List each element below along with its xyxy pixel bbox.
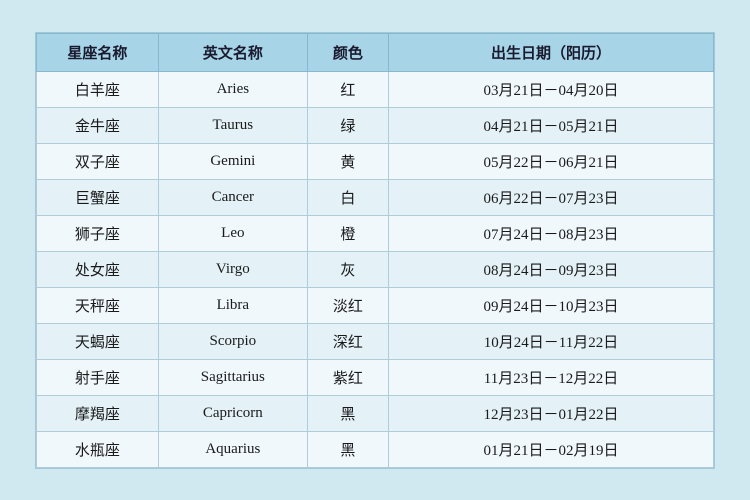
header-date: 出生日期（阳历） bbox=[389, 33, 714, 71]
cell-english: Aquarius bbox=[158, 431, 307, 467]
cell-date: 06月22日－07月23日 bbox=[389, 179, 714, 215]
cell-date: 03月21日－04月20日 bbox=[389, 71, 714, 107]
table-row: 双子座Gemini黄05月22日－06月21日 bbox=[37, 143, 714, 179]
cell-chinese: 白羊座 bbox=[37, 71, 159, 107]
cell-english: Libra bbox=[158, 287, 307, 323]
cell-chinese: 天秤座 bbox=[37, 287, 159, 323]
cell-english: Aries bbox=[158, 71, 307, 107]
table-row: 水瓶座Aquarius黑01月21日－02月19日 bbox=[37, 431, 714, 467]
cell-color: 黑 bbox=[307, 395, 388, 431]
cell-color: 紫红 bbox=[307, 359, 388, 395]
cell-chinese: 狮子座 bbox=[37, 215, 159, 251]
cell-color: 绿 bbox=[307, 107, 388, 143]
cell-date: 01月21日－02月19日 bbox=[389, 431, 714, 467]
table-row: 天蝎座Scorpio深红10月24日－11月22日 bbox=[37, 323, 714, 359]
table-row: 巨蟹座Cancer白06月22日－07月23日 bbox=[37, 179, 714, 215]
cell-date: 09月24日－10月23日 bbox=[389, 287, 714, 323]
cell-chinese: 巨蟹座 bbox=[37, 179, 159, 215]
cell-chinese: 射手座 bbox=[37, 359, 159, 395]
cell-english: Virgo bbox=[158, 251, 307, 287]
cell-color: 橙 bbox=[307, 215, 388, 251]
table-row: 天秤座Libra淡红09月24日－10月23日 bbox=[37, 287, 714, 323]
table-header-row: 星座名称 英文名称 颜色 出生日期（阳历） bbox=[37, 33, 714, 71]
zodiac-table: 星座名称 英文名称 颜色 出生日期（阳历） 白羊座Aries红03月21日－04… bbox=[36, 33, 714, 468]
cell-date: 10月24日－11月22日 bbox=[389, 323, 714, 359]
table-body: 白羊座Aries红03月21日－04月20日金牛座Taurus绿04月21日－0… bbox=[37, 71, 714, 467]
cell-english: Gemini bbox=[158, 143, 307, 179]
table-row: 金牛座Taurus绿04月21日－05月21日 bbox=[37, 107, 714, 143]
cell-chinese: 天蝎座 bbox=[37, 323, 159, 359]
cell-date: 12月23日－01月22日 bbox=[389, 395, 714, 431]
cell-english: Taurus bbox=[158, 107, 307, 143]
cell-english: Capricorn bbox=[158, 395, 307, 431]
cell-color: 白 bbox=[307, 179, 388, 215]
table-row: 射手座Sagittarius紫红11月23日－12月22日 bbox=[37, 359, 714, 395]
zodiac-table-container: 星座名称 英文名称 颜色 出生日期（阳历） 白羊座Aries红03月21日－04… bbox=[35, 32, 715, 469]
cell-date: 05月22日－06月21日 bbox=[389, 143, 714, 179]
cell-color: 红 bbox=[307, 71, 388, 107]
table-row: 狮子座Leo橙07月24日－08月23日 bbox=[37, 215, 714, 251]
cell-english: Scorpio bbox=[158, 323, 307, 359]
header-color: 颜色 bbox=[307, 33, 388, 71]
cell-chinese: 水瓶座 bbox=[37, 431, 159, 467]
cell-date: 11月23日－12月22日 bbox=[389, 359, 714, 395]
cell-chinese: 金牛座 bbox=[37, 107, 159, 143]
cell-date: 07月24日－08月23日 bbox=[389, 215, 714, 251]
cell-chinese: 双子座 bbox=[37, 143, 159, 179]
table-row: 处女座Virgo灰08月24日－09月23日 bbox=[37, 251, 714, 287]
cell-english: Cancer bbox=[158, 179, 307, 215]
cell-chinese: 处女座 bbox=[37, 251, 159, 287]
cell-english: Leo bbox=[158, 215, 307, 251]
cell-date: 04月21日－05月21日 bbox=[389, 107, 714, 143]
cell-chinese: 摩羯座 bbox=[37, 395, 159, 431]
table-row: 摩羯座Capricorn黑12月23日－01月22日 bbox=[37, 395, 714, 431]
header-english: 英文名称 bbox=[158, 33, 307, 71]
cell-color: 黑 bbox=[307, 431, 388, 467]
cell-color: 黄 bbox=[307, 143, 388, 179]
table-row: 白羊座Aries红03月21日－04月20日 bbox=[37, 71, 714, 107]
cell-color: 灰 bbox=[307, 251, 388, 287]
cell-date: 08月24日－09月23日 bbox=[389, 251, 714, 287]
cell-english: Sagittarius bbox=[158, 359, 307, 395]
cell-color: 淡红 bbox=[307, 287, 388, 323]
header-chinese: 星座名称 bbox=[37, 33, 159, 71]
cell-color: 深红 bbox=[307, 323, 388, 359]
